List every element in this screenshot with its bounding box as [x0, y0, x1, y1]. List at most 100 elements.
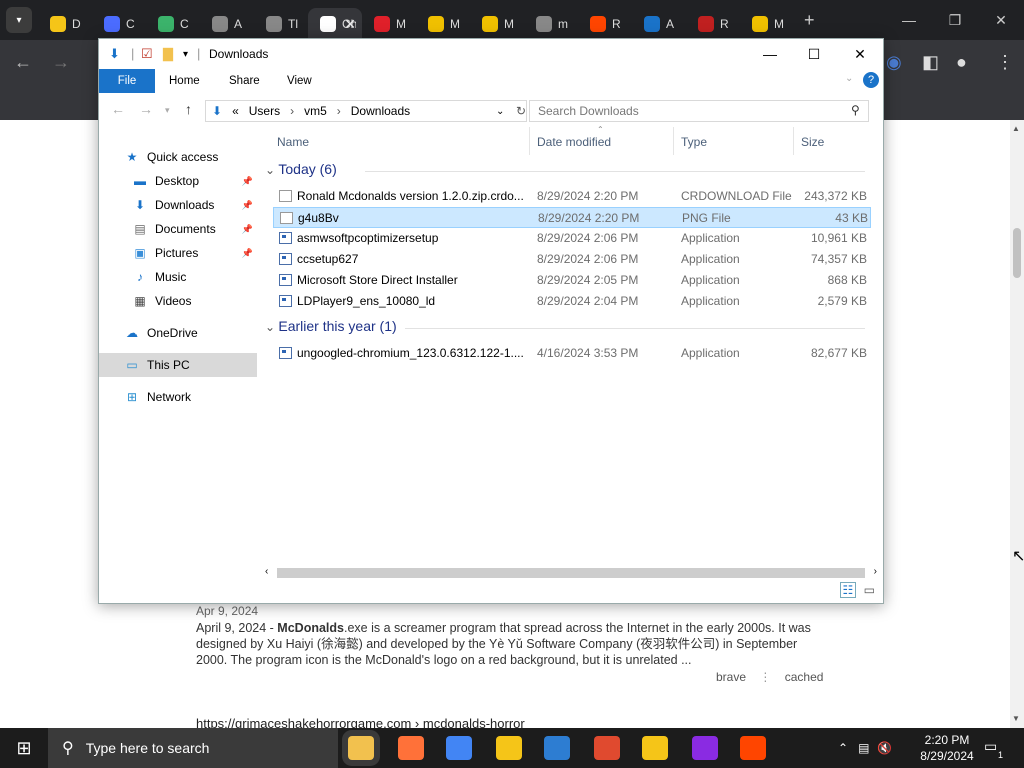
address-dropdown-icon[interactable]: ⌄ [496, 106, 504, 117]
column-size[interactable]: Size [801, 135, 824, 149]
nav-item-onedrive[interactable]: ☁ OneDrive [99, 321, 257, 345]
minimize-button[interactable]: — [747, 39, 793, 69]
scroll-up-icon[interactable]: ▲ [1012, 124, 1020, 133]
search-input[interactable]: Search Downloads [529, 100, 869, 122]
page-scroll-thumb[interactable] [1013, 228, 1021, 278]
tab-share[interactable]: Share [215, 69, 274, 93]
details-view-icon[interactable]: ☷ [839, 582, 857, 598]
brave-link[interactable]: brave [716, 670, 746, 684]
windows-start-icon[interactable]: ⊞ [0, 728, 48, 768]
tab-view[interactable]: View [273, 69, 326, 93]
column-type[interactable]: Type [681, 135, 707, 149]
nav-item-quick-access[interactable]: ★ Quick access [99, 145, 257, 169]
scroll-right-icon[interactable]: › [874, 566, 877, 577]
browser-tab[interactable]: D [38, 8, 92, 40]
browser-minimize-button[interactable]: — [886, 0, 932, 40]
taskbar-search[interactable]: ⚲ Type here to search [48, 728, 338, 768]
chrome-icon[interactable] [446, 736, 472, 760]
close-tab-icon[interactable]: ✕ [344, 16, 356, 33]
browser-tab[interactable]: M [470, 8, 524, 40]
network-tray-icon[interactable]: ▤ [858, 741, 869, 755]
collapse-chevron-icon[interactable]: ⌄ [265, 163, 278, 177]
file-row[interactable]: asmwsoftpcoptimizersetup 8/29/2024 2:06 P… [273, 228, 871, 249]
forward-arrow-icon[interactable]: → [139, 101, 153, 117]
browser-tab[interactable]: M [416, 8, 470, 40]
tab-file[interactable]: File [99, 69, 155, 93]
back-icon[interactable]: ← [14, 52, 32, 73]
menu-icon[interactable]: ⋮ [996, 52, 1014, 73]
up-arrow-icon[interactable]: ↑ [185, 101, 192, 117]
browser-tab[interactable]: Tl [254, 8, 308, 40]
firefox-icon[interactable] [398, 736, 424, 760]
show-hidden-icons-icon[interactable]: ⌃ [838, 741, 848, 755]
browser-tab[interactable]: R [578, 8, 632, 40]
page-scrollbar[interactable]: ▲ ▼ [1010, 120, 1024, 728]
scroll-down-icon[interactable]: ▼ [1012, 714, 1020, 723]
breadcrumb-users[interactable]: Users [249, 104, 280, 118]
collapse-chevron-icon[interactable]: ⌄ [265, 320, 278, 334]
breadcrumb-chevron[interactable]: › [290, 104, 294, 118]
nav-item-music[interactable]: ♪ Music [99, 265, 257, 289]
nav-item-this-pc[interactable]: ▭ This PC [99, 353, 257, 377]
profile-sync-icon[interactable]: ◉ [886, 52, 902, 73]
store-icon[interactable] [544, 736, 570, 760]
file-row[interactable]: Microsoft Store Direct Installer 8/29/202… [273, 270, 871, 291]
breadcrumb-overflow[interactable]: « [232, 104, 239, 118]
browser-tab[interactable]: Ch ✕ [308, 8, 362, 40]
browser-tab[interactable]: M [362, 8, 416, 40]
browser-tab[interactable]: M [740, 8, 794, 40]
ldplayer2-icon[interactable] [642, 736, 668, 760]
nav-item-videos[interactable]: ▦ Videos [99, 289, 257, 313]
browser-tab[interactable]: m [524, 8, 578, 40]
browser-tab[interactable]: R [686, 8, 740, 40]
file-row[interactable]: ungoogled-chromium_123.0.6312.122-1.... 4… [273, 343, 871, 364]
maximize-button[interactable]: ☐ [791, 39, 837, 69]
file-row[interactable]: ccsetup627 8/29/2024 2:06 PM Application 74… [273, 249, 871, 270]
taskbar-clock[interactable]: 2:20 PM 8/29/2024 [912, 732, 982, 764]
nav-item-desktop[interactable]: ▬ Desktop 📌 [99, 169, 257, 193]
new-tab-button[interactable]: + [804, 10, 815, 31]
browser-tab[interactable]: C [92, 8, 146, 40]
account-icon[interactable]: ● [956, 52, 967, 73]
refresh-icon[interactable]: ↻ [516, 104, 526, 118]
browser-tab[interactable]: A [632, 8, 686, 40]
browser-tab[interactable]: A [200, 8, 254, 40]
nav-item-downloads[interactable]: ⬇ Downloads 📌 [99, 193, 257, 217]
help-icon[interactable]: ? [863, 72, 879, 88]
column-name[interactable]: Name [277, 135, 309, 149]
close-button[interactable]: ✕ [837, 39, 883, 69]
browser-maximize-button[interactable]: ❐ [932, 0, 978, 40]
nav-item-documents[interactable]: ▤ Documents 📌 [99, 217, 257, 241]
browser-tab[interactable]: C [146, 8, 200, 40]
winrar-icon[interactable] [692, 736, 718, 760]
file-explorer-icon[interactable] [348, 736, 374, 760]
file-row[interactable]: g4u8Bv 8/29/2024 2:20 PM PNG File 43 KB [273, 207, 871, 228]
breadcrumb-chevron[interactable]: › [337, 104, 341, 118]
forward-icon[interactable]: → [52, 52, 70, 73]
customize-quick-access-icon[interactable]: ▾ [183, 49, 188, 60]
reddit-icon[interactable] [740, 736, 766, 760]
browser-close-button[interactable]: ✕ [978, 0, 1024, 40]
horizontal-scroll-thumb[interactable] [277, 568, 865, 578]
file-row[interactable]: LDPlayer9_ens_10080_ld 8/29/2024 2:04 PM A… [273, 291, 871, 312]
app-red-icon[interactable] [594, 736, 620, 760]
column-date-modified[interactable]: Date modified [537, 135, 611, 149]
tab-home[interactable]: Home [155, 69, 214, 93]
nav-item-network[interactable]: ⊞ Network [99, 385, 257, 409]
file-row[interactable]: Ronald Mcdonalds version 1.2.0.zip.crdo.… [273, 186, 871, 207]
expand-ribbon-icon[interactable]: ⌄ [845, 73, 853, 84]
breadcrumb-vm5[interactable]: vm5 [304, 104, 327, 118]
nav-item-pictures[interactable]: ▣ Pictures 📌 [99, 241, 257, 265]
address-bar[interactable]: ⬇ « Users › vm5 › Downloads ⌄ ↻ [205, 100, 527, 122]
notification-center-icon[interactable]: ▭ [984, 738, 997, 755]
properties-icon[interactable]: ☑ [141, 46, 153, 62]
large-icons-view-icon[interactable]: ▭ [864, 583, 875, 597]
recent-locations-icon[interactable]: ▾ [165, 105, 170, 116]
tab-search-button[interactable]: ▾ [6, 7, 32, 33]
new-folder-icon[interactable]: ▇ [163, 46, 173, 62]
file-group-header[interactable]: ⌄ Today (6) [265, 161, 865, 177]
back-arrow-icon[interactable]: ← [111, 101, 125, 117]
ldplayer-icon[interactable] [496, 736, 522, 760]
volume-muted-icon[interactable]: 🔇 [877, 741, 892, 755]
breadcrumb-downloads[interactable]: Downloads [351, 104, 410, 118]
